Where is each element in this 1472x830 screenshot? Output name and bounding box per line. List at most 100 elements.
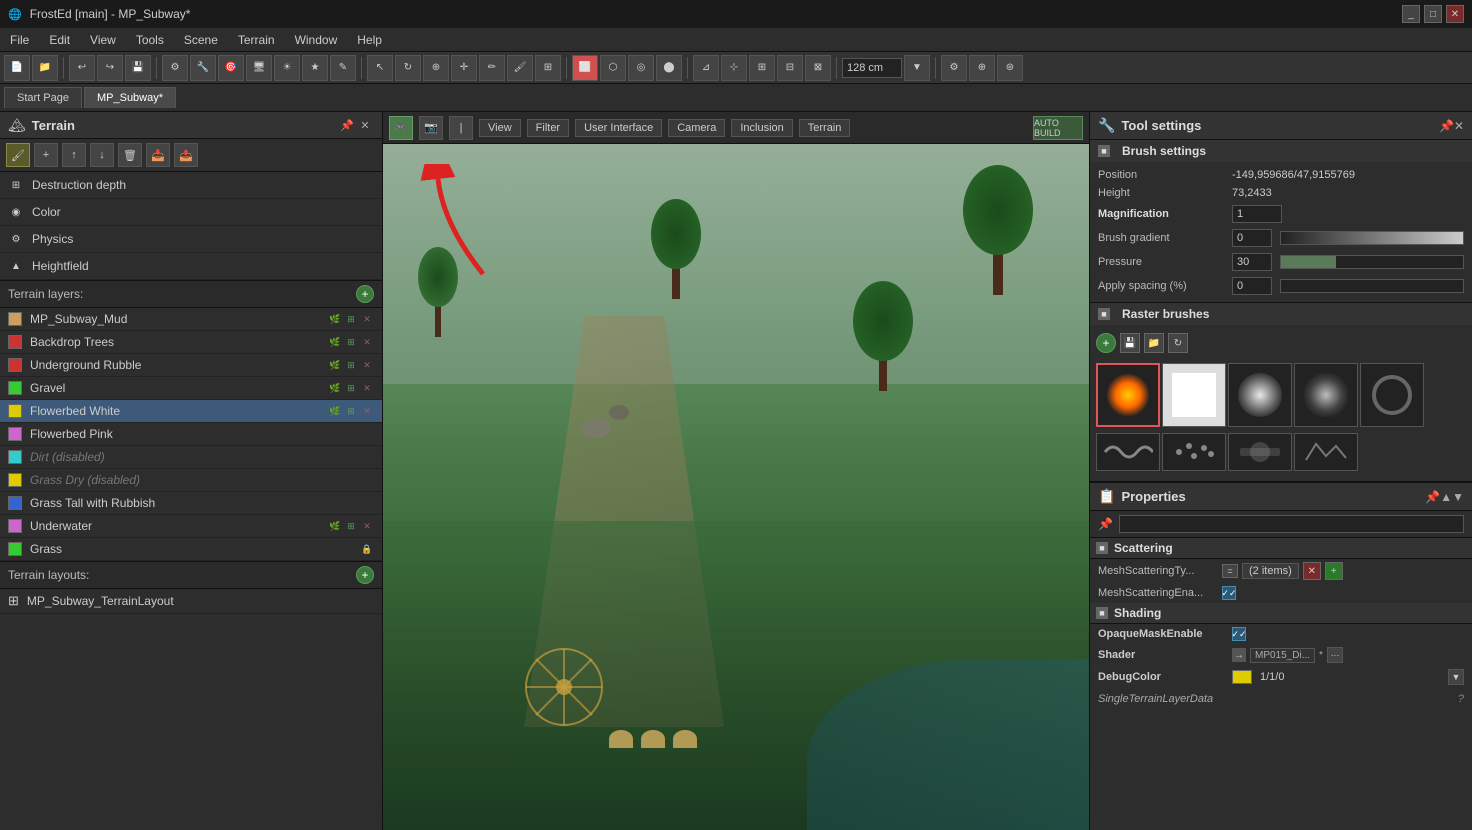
maximize-button[interactable]: □ (1424, 5, 1442, 23)
refresh-brush-button[interactable]: ↻ (1168, 333, 1188, 353)
magnification-input[interactable] (1232, 205, 1282, 223)
layer-del5-icon[interactable]: ✕ (360, 404, 374, 418)
inclusion-menu[interactable]: Inclusion (731, 119, 792, 137)
filter-menu[interactable]: Filter (527, 119, 569, 137)
gameview-button[interactable]: 🎮 (389, 116, 413, 140)
layer-del3-icon[interactable]: ✕ (360, 358, 374, 372)
settings3-btn[interactable]: ⊛ (997, 55, 1023, 81)
debug-color-more-button[interactable]: ▼ (1448, 669, 1464, 685)
tool6[interactable]: ★ (302, 55, 328, 81)
section-physics[interactable]: ⚙ Physics (0, 226, 382, 253)
minimize-button[interactable]: _ (1402, 5, 1420, 23)
terrain-menu[interactable]: Terrain (799, 119, 851, 137)
tool1[interactable]: ⚙ (162, 55, 188, 81)
layer-flowerbed-white[interactable]: Flowerbed White 🌿 ⊞ ✕ (0, 400, 382, 423)
layer-grid2-icon[interactable]: ⊞ (344, 335, 358, 349)
ui-menu[interactable]: User Interface (575, 119, 662, 137)
mesh-type-expand-icon[interactable]: = (1222, 564, 1238, 578)
align-btn[interactable]: ⊹ (721, 55, 747, 81)
menu-window[interactable]: Window (285, 31, 348, 49)
section-destruction[interactable]: ⊞ Destruction depth (0, 172, 382, 199)
menu-tools[interactable]: Tools (126, 31, 174, 49)
tool5[interactable]: ☀ (274, 55, 300, 81)
tool10[interactable]: ⬡ (600, 55, 626, 81)
layer-del-icon[interactable]: ✕ (360, 312, 374, 326)
panel-pin-button[interactable]: 📌 (338, 116, 356, 134)
tool12[interactable]: ⬤ (656, 55, 682, 81)
layer-grid4-icon[interactable]: ⊞ (344, 381, 358, 395)
brush-ring[interactable] (1360, 363, 1424, 427)
tab-mp-subway[interactable]: MP_Subway* (84, 87, 176, 108)
terrain-paint-tool[interactable]: 🖌 (6, 143, 30, 167)
brush-white[interactable] (1162, 363, 1226, 427)
tab-start-page[interactable]: Start Page (4, 87, 82, 108)
settings-btn[interactable]: ⚙ (941, 55, 967, 81)
shader-more-button[interactable]: ··· (1327, 647, 1343, 663)
tool9[interactable]: ⬜ (572, 55, 598, 81)
camera-menu[interactable]: Camera (668, 119, 725, 137)
pressure-input[interactable] (1232, 253, 1272, 271)
save-button[interactable]: 💾 (125, 55, 151, 81)
brush-wavy[interactable] (1096, 433, 1160, 471)
menu-view[interactable]: View (80, 31, 126, 49)
mesh-type-remove-button[interactable]: ✕ (1303, 562, 1321, 580)
view-menu[interactable]: View (479, 119, 521, 137)
shading-expand[interactable]: ■ (1096, 607, 1108, 619)
select-btn[interactable]: ↖ (367, 55, 393, 81)
menu-scene[interactable]: Scene (174, 31, 228, 49)
tool-settings-close[interactable]: ✕ (1454, 119, 1464, 133)
menu-file[interactable]: File (0, 31, 39, 49)
brush-gradient-slider[interactable] (1280, 231, 1464, 245)
brush-settings-header[interactable]: ■ Brush settings (1090, 140, 1472, 162)
save-brush-button[interactable]: 💾 (1120, 333, 1140, 353)
grid-btn[interactable]: ⊞ (749, 55, 775, 81)
menu-edit[interactable]: Edit (39, 31, 80, 49)
terrain-delete-tool[interactable]: 🗑 (118, 143, 142, 167)
props-down[interactable]: ▼ (1452, 490, 1464, 504)
load-brush-button[interactable]: 📁 (1144, 333, 1164, 353)
vp-icon3[interactable]: | (449, 116, 473, 140)
layer-flowerbed-pink[interactable]: Flowerbed Pink (0, 423, 382, 446)
scattering-header[interactable]: ■ Scattering (1090, 538, 1472, 559)
viewport-content[interactable] (383, 144, 1089, 830)
layer-vis9-icon[interactable]: 🌿 (328, 519, 342, 533)
layer-grass[interactable]: Grass 🔒 (0, 538, 382, 561)
rotate-btn[interactable]: ↻ (395, 55, 421, 81)
tool11[interactable]: ◎ (628, 55, 654, 81)
terrain-add-tool[interactable]: + (34, 143, 58, 167)
scattering-expand[interactable]: ■ (1096, 542, 1108, 554)
settings2-btn[interactable]: ⊕ (969, 55, 995, 81)
layer-mp-subway-mud[interactable]: MP_Subway_Mud 🌿 ⊞ ✕ (0, 308, 382, 331)
camera-button[interactable]: 📷 (419, 116, 443, 140)
shading-header[interactable]: ■ Shading (1090, 603, 1472, 624)
section-heightfield[interactable]: ▲ Heightfield (0, 253, 382, 280)
raster-expand-icon[interactable]: ■ (1098, 308, 1110, 320)
close-button[interactable]: ✕ (1446, 5, 1464, 23)
tool7[interactable]: ✎ (330, 55, 356, 81)
redo-button[interactable]: ↪ (97, 55, 123, 81)
layer-backdrop-trees[interactable]: Backdrop Trees 🌿 ⊞ ✕ (0, 331, 382, 354)
layer-dirt[interactable]: Dirt (disabled) (0, 446, 382, 469)
snap-btn[interactable]: ⊟ (777, 55, 803, 81)
props-pin[interactable]: 📌 (1425, 490, 1440, 504)
layer-grid-icon[interactable]: ⊞ (344, 312, 358, 326)
paint-btn[interactable]: 🖌 (507, 55, 533, 81)
layer-vis-icon[interactable]: 🌿 (328, 335, 342, 349)
tool2[interactable]: 🔧 (190, 55, 216, 81)
opaque-mask-checkbox[interactable]: ✓ (1232, 627, 1246, 641)
tool4[interactable]: 🖥 (246, 55, 272, 81)
open-button[interactable]: 📁 (32, 55, 58, 81)
brush-scattered[interactable] (1294, 363, 1358, 427)
terrain-remove-tool[interactable]: ↑ (62, 143, 86, 167)
layer-grid3-icon[interactable]: ⊞ (344, 358, 358, 372)
brush-custom[interactable] (1294, 433, 1358, 471)
move-btn[interactable]: ✛ (451, 55, 477, 81)
menu-terrain[interactable]: Terrain (228, 31, 285, 49)
new-button[interactable]: 📄 (4, 55, 30, 81)
layer-lock-icon[interactable]: 🔒 (360, 542, 374, 556)
props-up[interactable]: ▲ (1440, 490, 1452, 504)
mesh-ena-checkbox[interactable]: ✓ (1222, 586, 1236, 600)
auto-build-button[interactable]: AUTO BUILD (1033, 116, 1083, 140)
scale-btn[interactable]: ⊕ (423, 55, 449, 81)
add-layout-button[interactable]: + (356, 566, 374, 584)
